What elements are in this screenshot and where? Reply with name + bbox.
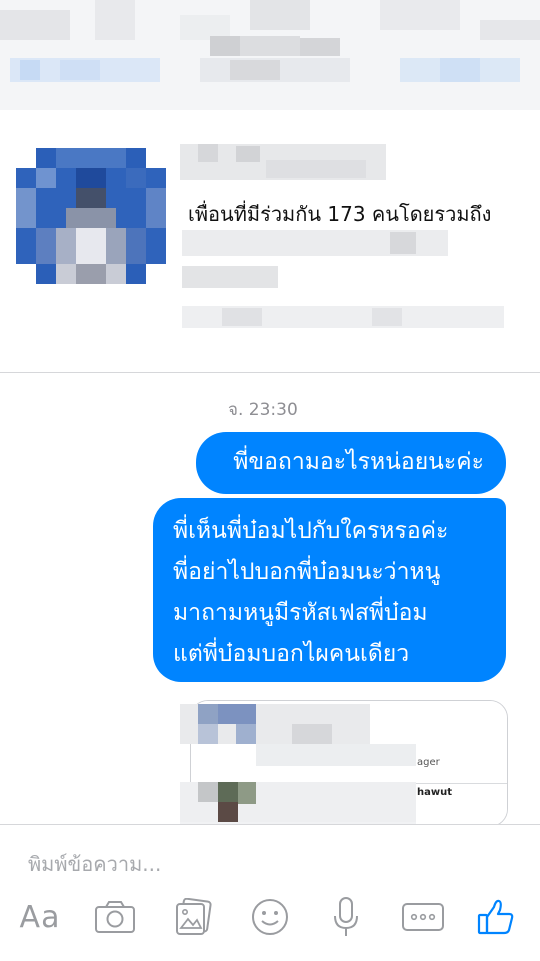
message-text-line: พี่อย่าไปบอกพี่บ๋อมนะว่าหนู — [173, 559, 441, 585]
attachment-text: ager — [417, 757, 440, 768]
blurred-header — [0, 0, 540, 110]
aa-text-icon[interactable]: Aa — [16, 892, 64, 942]
message-bubble[interactable]: พี่ขอถามอะไรหน่อยนะค่ะ — [196, 432, 506, 494]
message-input[interactable] — [26, 845, 510, 883]
avatar[interactable] — [16, 148, 166, 284]
divider — [0, 372, 540, 373]
microphone-icon[interactable] — [324, 892, 368, 942]
emoji-icon[interactable] — [247, 892, 293, 942]
message-bubble[interactable]: พี่เห็นพี่บ๋อมไปกับใครหรอค่ะ พี่อย่าไปบอ… — [153, 498, 506, 682]
more-icon[interactable] — [400, 892, 446, 942]
message-text-line: พี่เห็นพี่บ๋อมไปกับใครหรอค่ะ — [173, 518, 449, 544]
attachment-text: hawut — [417, 787, 453, 798]
message-text-line: แต่พี่บ๋อมบอกไผคนเดียว — [173, 641, 410, 667]
gallery-icon[interactable] — [170, 892, 216, 942]
message-text-line: มาถามหนูมีรหัสเฟสพี่บ๋อม — [173, 600, 428, 626]
thumbs-up-icon[interactable] — [474, 892, 518, 942]
mutual-friends-text: เพื่อนที่มีร่วมกัน 173 คนโดยรวมถึง — [188, 202, 492, 226]
camera-icon[interactable] — [92, 892, 138, 942]
message-text: พี่ขอถามอะไรหน่อยนะค่ะ — [233, 449, 484, 475]
